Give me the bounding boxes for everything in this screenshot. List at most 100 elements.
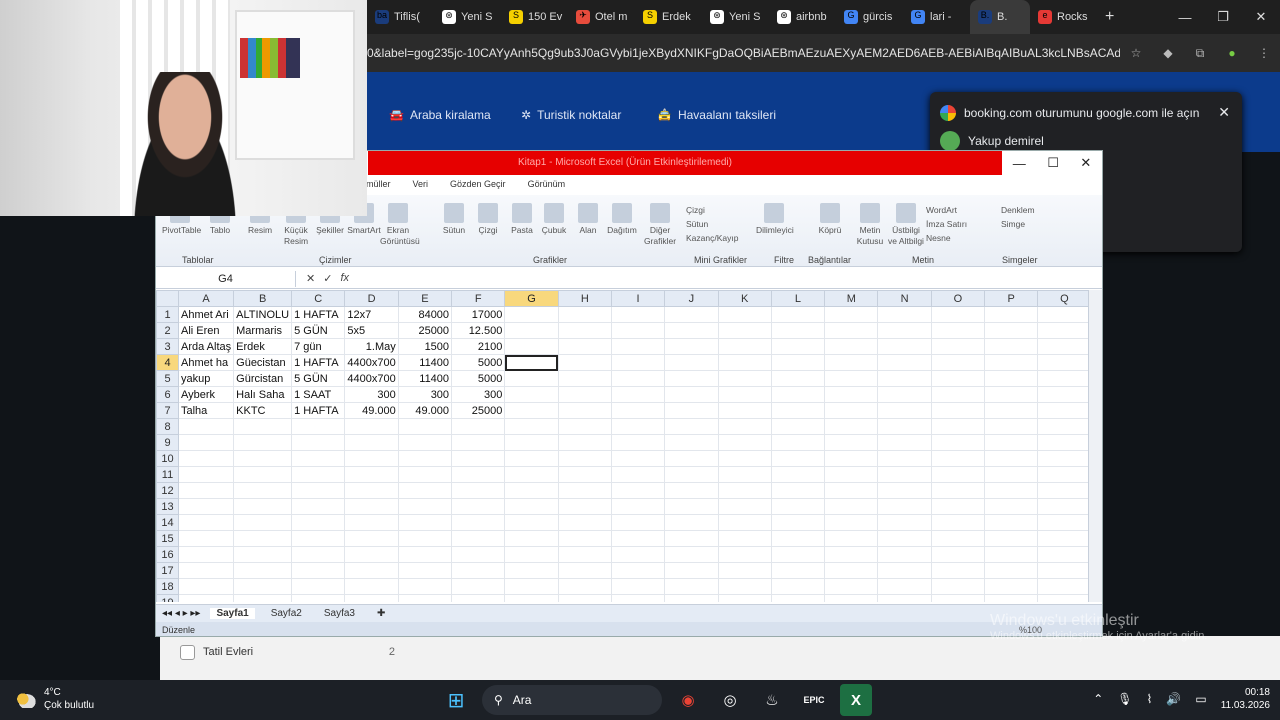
cell[interactable] bbox=[504, 418, 559, 435]
column-header[interactable]: A bbox=[177, 290, 235, 307]
cell[interactable] bbox=[984, 306, 1039, 323]
cell[interactable] bbox=[770, 418, 826, 435]
insert-sheet-icon[interactable]: ✚ bbox=[371, 608, 391, 619]
enter-icon[interactable]: ✓ bbox=[323, 272, 332, 285]
cell[interactable] bbox=[451, 594, 506, 602]
cell[interactable] bbox=[1037, 482, 1092, 499]
cell[interactable] bbox=[557, 434, 612, 451]
obs-icon[interactable]: ◎ bbox=[714, 684, 746, 716]
cell[interactable] bbox=[344, 418, 399, 435]
cell[interactable]: 11400 bbox=[397, 354, 453, 371]
microphone-icon[interactable]: 🎙 bbox=[1117, 692, 1132, 706]
cell[interactable] bbox=[291, 594, 346, 602]
extension-icon[interactable]: ◆ bbox=[1152, 46, 1184, 60]
cell[interactable] bbox=[877, 466, 932, 483]
cell[interactable] bbox=[717, 546, 772, 563]
row-header[interactable]: 2 bbox=[156, 322, 179, 339]
cell[interactable] bbox=[344, 546, 399, 563]
cell[interactable]: 5 GÜN bbox=[291, 322, 346, 339]
close-button[interactable]: ✕ bbox=[1242, 0, 1280, 34]
cell[interactable] bbox=[557, 338, 612, 355]
cell[interactable]: 1.May bbox=[344, 338, 399, 355]
cell[interactable] bbox=[1037, 546, 1092, 563]
cell[interactable] bbox=[717, 450, 772, 467]
cell[interactable] bbox=[451, 546, 506, 563]
cell[interactable]: Güecistan bbox=[233, 354, 293, 371]
column-header[interactable]: P bbox=[984, 290, 1039, 307]
cell[interactable] bbox=[877, 354, 932, 371]
cell[interactable] bbox=[504, 546, 559, 563]
taskbar-search[interactable]: ⚲ Ara bbox=[482, 685, 662, 715]
cell[interactable] bbox=[504, 466, 559, 483]
cell[interactable] bbox=[291, 466, 346, 483]
cell[interactable] bbox=[557, 530, 612, 547]
cell[interactable] bbox=[504, 338, 559, 355]
cell[interactable] bbox=[930, 482, 986, 499]
nav-car-rental[interactable]: 🚘 Araba kiralama bbox=[389, 108, 491, 122]
ribbon-button[interactable]: Pasta bbox=[504, 203, 540, 236]
cell[interactable] bbox=[770, 546, 826, 563]
cell[interactable] bbox=[397, 450, 453, 467]
address-bar[interactable]: 0&label=gog235jc-10CAYyAnh5Qg9ub3J0aGVyb… bbox=[367, 34, 1280, 72]
cell[interactable] bbox=[770, 354, 826, 371]
cell[interactable] bbox=[291, 450, 346, 467]
cell[interactable] bbox=[344, 434, 399, 451]
cell[interactable] bbox=[233, 514, 293, 531]
close-button[interactable]: ✕ bbox=[1080, 155, 1091, 171]
cell[interactable] bbox=[717, 482, 772, 499]
cell[interactable] bbox=[717, 322, 772, 339]
cell[interactable] bbox=[177, 514, 235, 531]
cell[interactable] bbox=[610, 418, 666, 435]
cell[interactable] bbox=[824, 530, 879, 547]
browser-tab[interactable]: B. B. bbox=[970, 0, 1030, 34]
browser-tab[interactable]: ⊛ Yeni S bbox=[702, 0, 769, 34]
cell[interactable] bbox=[930, 370, 986, 387]
maximize-button[interactable]: ❐ bbox=[1204, 0, 1242, 34]
row-header[interactable]: 1 bbox=[156, 306, 179, 323]
cell[interactable] bbox=[717, 386, 772, 403]
cell[interactable] bbox=[770, 402, 826, 419]
cell[interactable] bbox=[291, 482, 346, 499]
cell[interactable]: 5000 bbox=[451, 354, 506, 371]
browser-tab[interactable]: S 150 Ev bbox=[501, 0, 568, 34]
cell[interactable] bbox=[557, 322, 612, 339]
cell[interactable] bbox=[930, 498, 986, 515]
cell[interactable] bbox=[1037, 498, 1092, 515]
cell[interactable]: Ahmet ha bbox=[177, 354, 235, 371]
row-header[interactable]: 16 bbox=[156, 546, 179, 563]
cell[interactable] bbox=[291, 562, 346, 579]
star-icon[interactable]: ☆ bbox=[1120, 46, 1152, 60]
cell[interactable] bbox=[177, 594, 235, 602]
ribbon-small-button[interactable]: Simge bbox=[1001, 219, 1025, 229]
cell[interactable] bbox=[504, 386, 559, 403]
ribbon-button[interactable]: Alan bbox=[570, 203, 606, 236]
cell[interactable] bbox=[451, 562, 506, 579]
cell[interactable]: Gürcistan bbox=[233, 370, 293, 387]
cell[interactable] bbox=[824, 418, 879, 435]
cell[interactable] bbox=[344, 594, 399, 602]
cell[interactable] bbox=[504, 306, 559, 323]
row-header[interactable]: 10 bbox=[156, 450, 179, 467]
cell[interactable] bbox=[451, 466, 506, 483]
cell[interactable] bbox=[664, 514, 719, 531]
cell[interactable] bbox=[717, 370, 772, 387]
cell[interactable] bbox=[557, 418, 612, 435]
cell[interactable] bbox=[291, 546, 346, 563]
cell[interactable] bbox=[1037, 594, 1092, 602]
cell[interactable] bbox=[1037, 338, 1092, 355]
cell[interactable] bbox=[557, 546, 612, 563]
cell[interactable] bbox=[930, 594, 986, 602]
cell[interactable] bbox=[1037, 466, 1092, 483]
cell[interactable]: 300 bbox=[451, 386, 506, 403]
cell[interactable] bbox=[877, 370, 932, 387]
cell[interactable] bbox=[451, 434, 506, 451]
ribbon-button[interactable]: Sütun bbox=[436, 203, 472, 236]
cell[interactable] bbox=[930, 530, 986, 547]
cell[interactable] bbox=[877, 322, 932, 339]
cell[interactable] bbox=[291, 434, 346, 451]
vertical-scrollbar[interactable] bbox=[1088, 290, 1102, 602]
cell[interactable] bbox=[984, 370, 1039, 387]
cell[interactable] bbox=[291, 498, 346, 515]
cell[interactable] bbox=[610, 354, 666, 371]
cell[interactable] bbox=[233, 578, 293, 595]
